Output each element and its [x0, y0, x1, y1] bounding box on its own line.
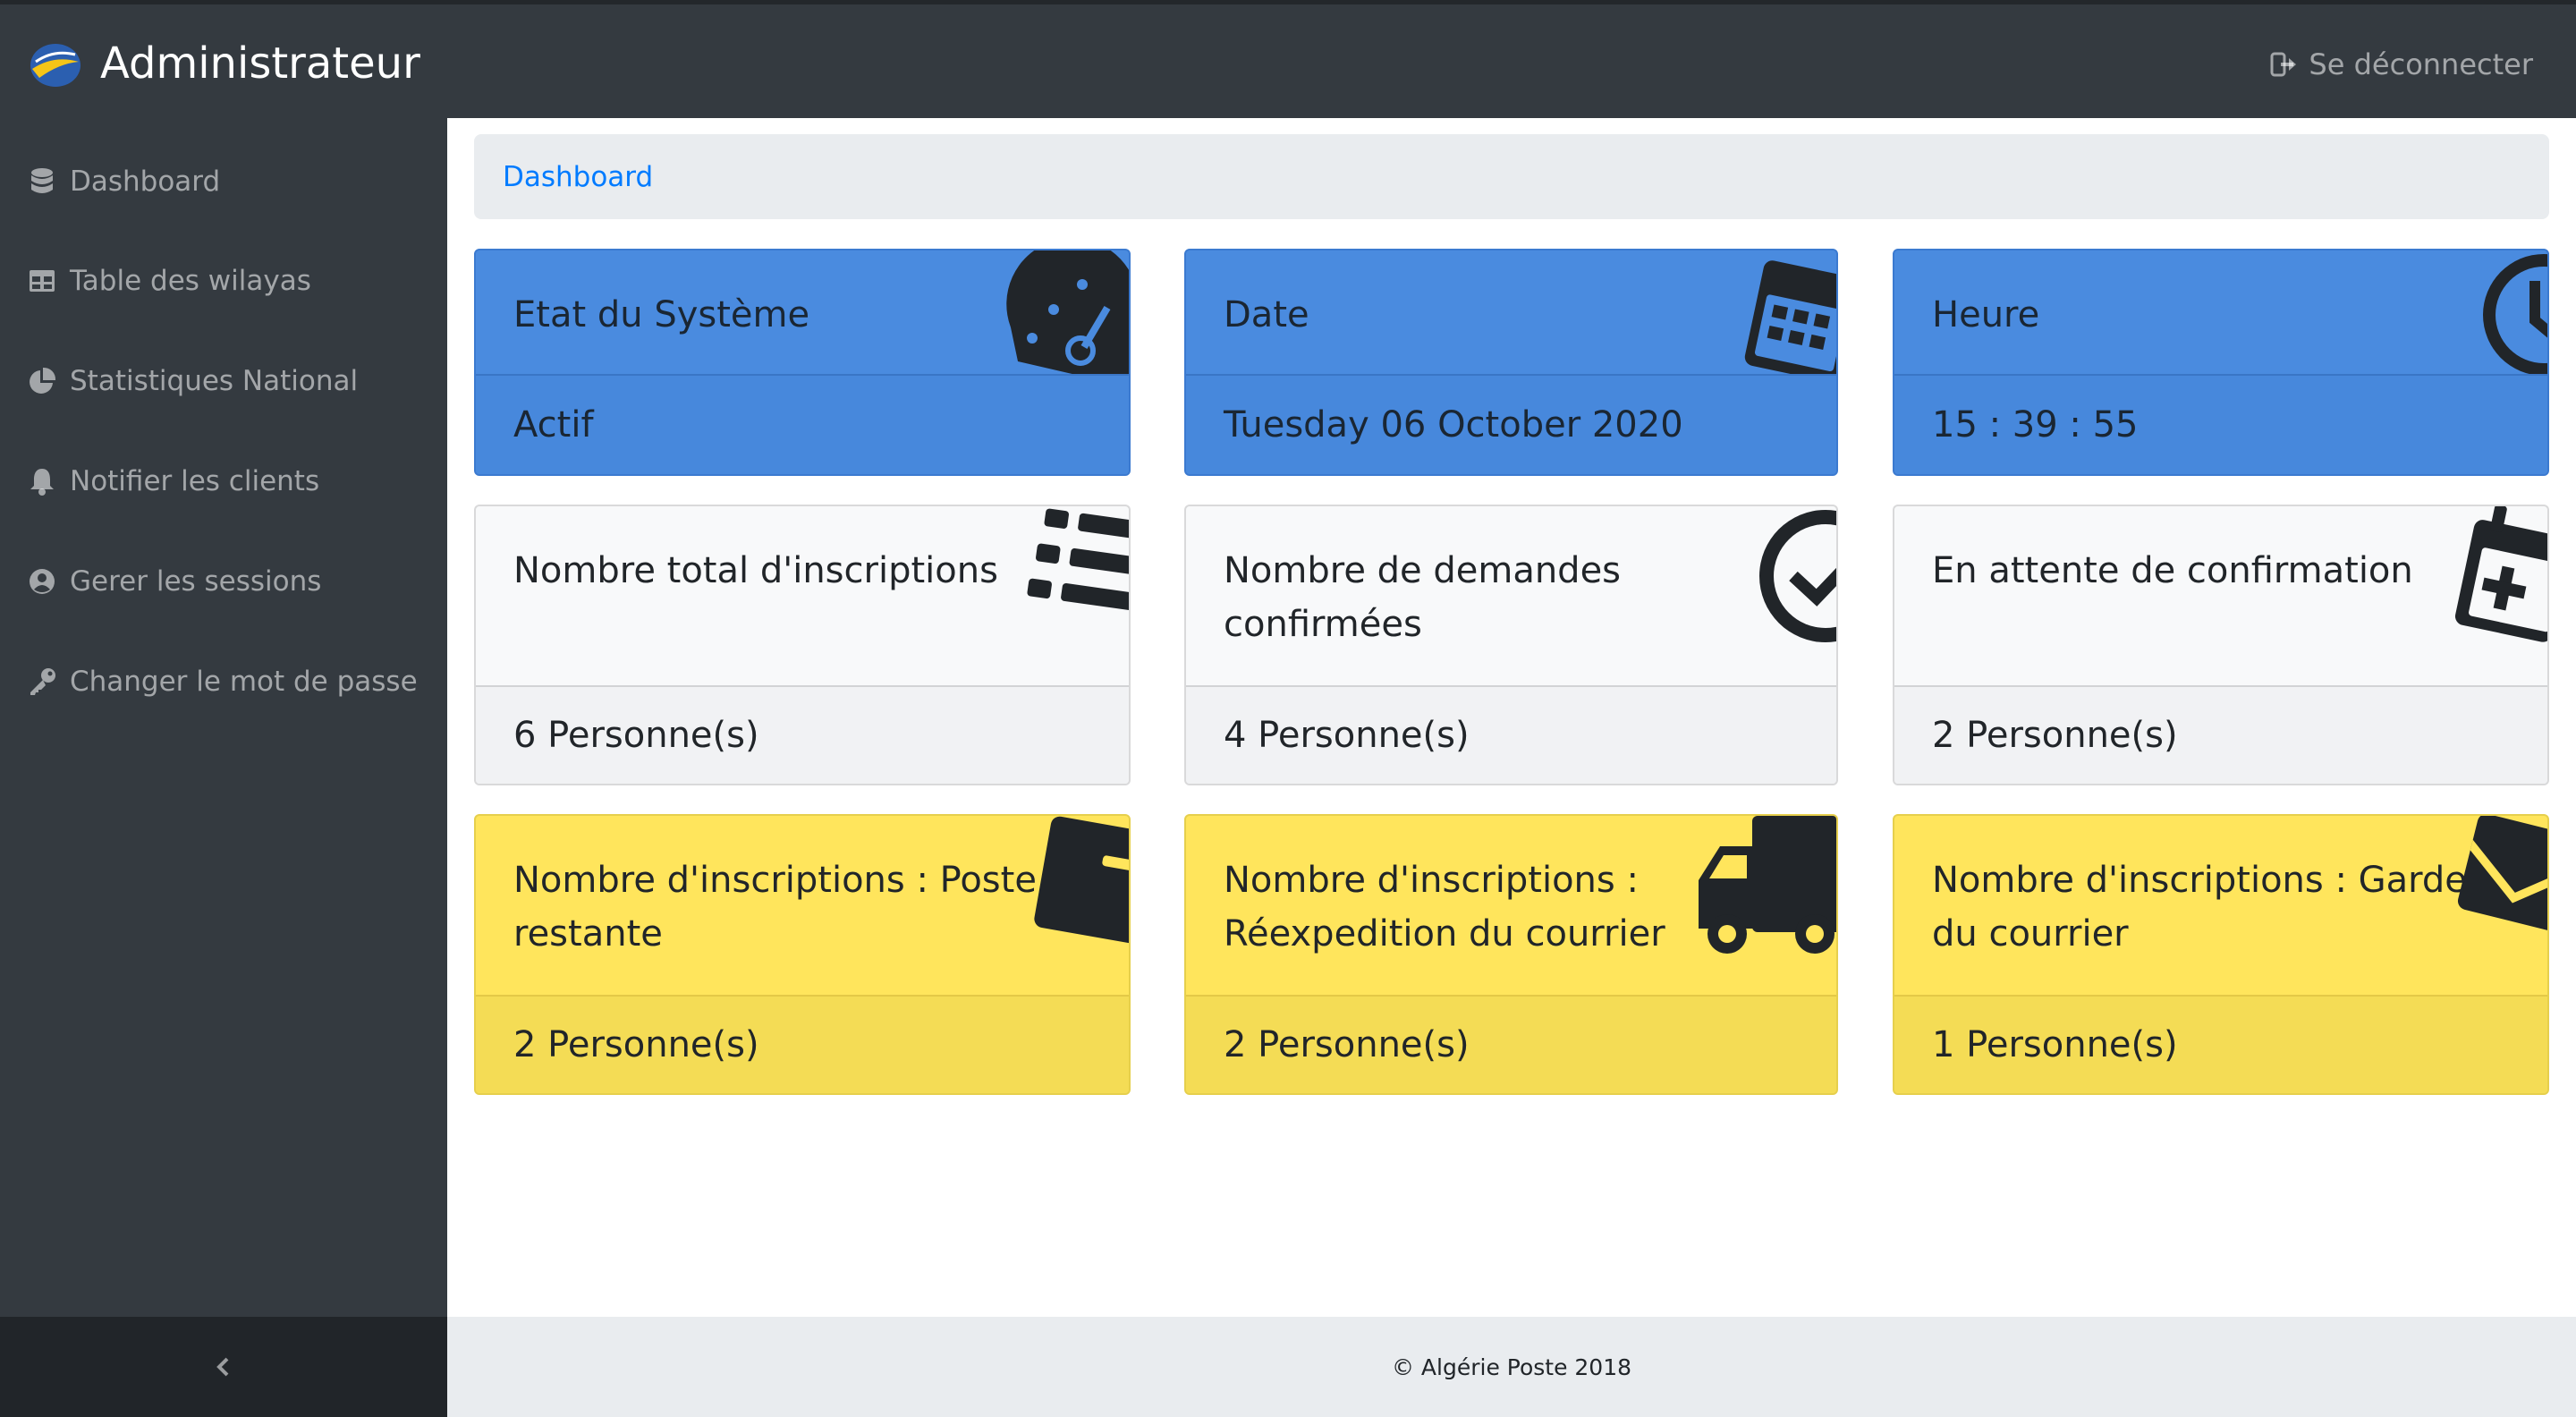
poste-restante-card: Nombre d'inscriptions : Poste restante 2…	[474, 814, 1131, 1095]
sidebar-item-label: Notifier les clients	[70, 465, 320, 497]
key-icon	[30, 668, 55, 695]
logout-link[interactable]: Se déconnecter	[2269, 44, 2533, 85]
date-card: Date Tuesday 06 October 2020	[1184, 249, 1838, 476]
tachometer-icon	[1006, 250, 1129, 387]
sign-out-icon	[2270, 52, 2297, 77]
card-title: Nombre d'inscriptions : Poste restante	[513, 860, 1037, 955]
garde-courrier-card: Nombre d'inscriptions : Garde du courrie…	[1893, 814, 2549, 1095]
database-icon	[31, 168, 53, 193]
card-title: Nombre d'inscriptions : Réexpedition du …	[1224, 860, 1665, 955]
total-registrations-card: Nombre total d'inscriptions 6 Personne(s…	[474, 505, 1131, 785]
sidebar-item-label: Gerer les sessions	[70, 565, 322, 598]
sidebar-item-label: Table des wilayas	[70, 265, 311, 297]
card-value: 1 Personne(s)	[1894, 995, 2547, 1093]
card-value: 2 Personne(s)	[476, 995, 1129, 1093]
copyright-text: © Algérie Poste 2018	[1391, 1353, 1632, 1380]
clock-icon	[2483, 254, 2547, 376]
calendar-icon	[1744, 260, 1836, 383]
table-icon	[30, 270, 55, 292]
breadcrumb: Dashboard	[474, 134, 2549, 219]
sidebar-item-dashboard[interactable]: Dashboard	[27, 155, 220, 208]
sidebar-item-sessions[interactable]: Gerer les sessions	[27, 555, 321, 608]
sidebar-item-label: Statistiques National	[70, 365, 359, 397]
sidebar-item-wilayas[interactable]: Table des wilayas	[27, 254, 311, 308]
confirmed-requests-card: Nombre de demandes confirmées 4 Personne…	[1184, 505, 1838, 785]
chevron-left-icon	[216, 1357, 229, 1377]
card-title: Nombre d'inscriptions : Garde du courrie…	[1932, 860, 2467, 955]
card-title: Heure	[1932, 294, 2040, 335]
sidebar-item-password[interactable]: Changer le mot de passe	[27, 655, 418, 708]
pie-chart-icon	[30, 367, 56, 394]
check-circle-icon	[1759, 510, 1836, 642]
pending-confirmation-card: En attente de confirmation 2 Personne(s)	[1893, 505, 2549, 785]
sidebar-item-label: Changer le mot de passe	[70, 666, 418, 698]
card-value: Actif	[476, 374, 1129, 474]
time-card: Heure 15 : 39 : 55	[1893, 249, 2549, 476]
sidebar: Dashboard Table des wilayas Statistiques…	[0, 118, 447, 1317]
card-value: 4 Personne(s)	[1186, 685, 1836, 784]
card-value: Tuesday 06 October 2020	[1186, 374, 1836, 474]
sidebar-toggle-button[interactable]	[0, 1317, 447, 1417]
sidebar-item-notifier[interactable]: Notifier les clients	[27, 454, 319, 508]
card-title: Nombre total d'inscriptions	[513, 550, 998, 591]
card-title: Etat du Système	[513, 294, 810, 335]
algerie-poste-logo[interactable]	[27, 37, 84, 94]
breadcrumb-dashboard-link[interactable]: Dashboard	[503, 161, 653, 193]
card-title: Nombre de demandes confirmées	[1224, 550, 1622, 645]
sidebar-item-statistiques[interactable]: Statistiques National	[27, 354, 358, 408]
page-footer: © Algérie Poste 2018	[447, 1317, 2576, 1417]
logout-label: Se déconnecter	[2309, 47, 2533, 81]
card-value: 15 : 39 : 55	[1894, 374, 2547, 474]
sidebar-item-label: Dashboard	[70, 165, 221, 198]
reexpedition-card: Nombre d'inscriptions : Réexpedition du …	[1184, 814, 1838, 1095]
card-value: 2 Personne(s)	[1894, 685, 2547, 784]
card-value: 2 Personne(s)	[1186, 995, 1836, 1093]
user-circle-icon	[30, 569, 55, 594]
card-value: 6 Personne(s)	[476, 685, 1129, 784]
system-status-card: Etat du Système Actif	[474, 249, 1131, 476]
list-icon	[1027, 508, 1129, 612]
card-title: Date	[1224, 294, 1309, 335]
brand-title[interactable]: Administrateur	[100, 37, 420, 90]
card-title: En attente de confirmation	[1932, 550, 2413, 591]
top-navbar: Administrateur Se déconnecter	[0, 0, 2576, 118]
bell-icon	[30, 469, 54, 496]
